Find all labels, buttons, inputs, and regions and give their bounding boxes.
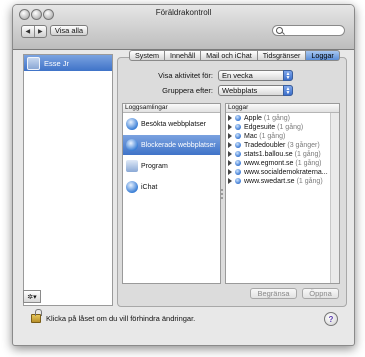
log-row[interactable]: Apple (1 gång) <box>228 114 290 123</box>
globe-icon <box>235 124 241 131</box>
collection-blocked-sites[interactable]: Blockerade webbplatser <box>123 135 220 155</box>
lock-text: Klicka på låset om du vill förhindra änd… <box>46 314 196 323</box>
log-site: Apple <box>244 114 262 122</box>
split-handle[interactable] <box>221 104 223 284</box>
logs-list: Loggar Apple (1 gång) Edgesuite (1 gång) M… <box>225 103 340 284</box>
log-row[interactable]: www.swedart.se (1 gång) <box>228 177 323 186</box>
user-name: Esse Jr <box>44 58 70 68</box>
restrict-button[interactable]: Begränsa <box>250 288 297 299</box>
popup-arrows-icon: ▲ ▼ <box>283 85 293 96</box>
log-count: (1 gång) <box>263 114 290 122</box>
collection-ichat[interactable]: iChat <box>123 177 220 197</box>
group-popup[interactable]: Webbplats ▲ ▼ <box>218 85 293 96</box>
log-collections-list: Loggsamlingar Besökta webbplatser Blocke… <box>122 103 221 284</box>
log-row[interactable]: www.egmont.se (1 gång) <box>228 159 322 168</box>
globe-icon <box>126 139 138 151</box>
globe-icon <box>235 151 241 158</box>
globe-icon <box>235 142 241 149</box>
tab-logs[interactable]: Loggar <box>306 50 340 61</box>
disclosure-triangle-icon[interactable] <box>228 169 232 176</box>
log-count: (1 gång) <box>295 159 322 167</box>
log-row[interactable]: Edgesuite (1 gång) <box>228 123 303 132</box>
collection-label: Program <box>141 162 168 170</box>
lock-icon[interactable] <box>31 309 42 323</box>
tab-mail-ichat[interactable]: Mail och iChat <box>201 50 258 61</box>
titlebar: Föräldrakontroll ◀ ▶ Visa alla <box>13 5 354 50</box>
log-count: (1 gång) <box>259 132 286 140</box>
gear-menu-button[interactable]: ✲▾ <box>23 290 41 303</box>
activity-label: Visa aktivitet för: <box>158 71 213 80</box>
collection-applications[interactable]: Program <box>123 156 220 176</box>
help-button[interactable]: ? <box>324 312 338 326</box>
tab-bar: System Innehåll Mail och iChat Tidsgräns… <box>129 50 340 61</box>
log-site: www.socialdemokraterna... <box>244 168 328 176</box>
tab-system[interactable]: System <box>129 50 165 61</box>
globe-icon <box>235 178 241 185</box>
logs-scrollbar[interactable] <box>330 113 339 283</box>
log-count: (1 gång) <box>294 150 321 158</box>
user-item-esse-jr[interactable]: Esse Jr <box>24 55 112 71</box>
folder-icon <box>126 160 138 172</box>
globe-icon <box>235 160 241 167</box>
forward-icon[interactable]: ▶ <box>35 26 47 37</box>
log-collections-header: Loggsamlingar <box>123 104 220 113</box>
disclosure-triangle-icon[interactable] <box>228 151 232 158</box>
group-value: Webbplats <box>222 86 258 95</box>
show-all-button[interactable]: Visa alla <box>50 25 88 36</box>
globe-icon <box>235 115 241 122</box>
log-site: www.swedart.se <box>244 177 295 185</box>
group-label: Gruppera efter: <box>162 86 213 95</box>
preferences-window: Föräldrakontroll ◀ ▶ Visa alla Esse Jr ✲… <box>12 4 355 346</box>
disclosure-triangle-icon[interactable] <box>228 178 232 185</box>
collection-visited-sites[interactable]: Besökta webbplatser <box>123 114 220 134</box>
search-field[interactable] <box>272 25 345 36</box>
back-icon[interactable]: ◀ <box>22 26 35 37</box>
disclosure-triangle-icon[interactable] <box>228 124 232 131</box>
tab-content[interactable]: Innehåll <box>164 50 202 61</box>
log-row[interactable]: Tradedoubler (3 gånger) <box>228 141 320 150</box>
chat-icon <box>126 181 138 193</box>
gear-icon: ✲▾ <box>27 293 37 301</box>
back-forward-control: ◀ ▶ <box>21 25 47 38</box>
window-title: Föräldrakontroll <box>155 8 212 17</box>
log-count: (1 gång) <box>296 177 323 185</box>
popup-arrows-icon: ▲ ▼ <box>283 70 293 81</box>
avatar <box>27 56 40 70</box>
disclosure-triangle-icon[interactable] <box>228 142 232 149</box>
globe-icon <box>235 133 241 140</box>
activity-value: En vecka <box>222 71 253 80</box>
log-site: Mac <box>244 132 258 140</box>
user-list: Esse Jr <box>23 54 113 306</box>
globe-icon <box>235 169 241 176</box>
log-count: (1 gång) <box>277 123 304 131</box>
log-count: (3 gånger) <box>287 141 320 149</box>
log-row[interactable]: Mac (1 gång) <box>228 132 285 141</box>
help-icon: ? <box>328 314 334 324</box>
log-site: stats1.ballou.se <box>244 150 293 158</box>
disclosure-triangle-icon[interactable] <box>228 133 232 140</box>
collection-label: iChat <box>141 183 158 191</box>
collection-label: Besökta webbplatser <box>141 120 206 128</box>
disclosure-triangle-icon[interactable] <box>228 115 232 122</box>
search-icon <box>276 27 283 34</box>
tab-time-limits[interactable]: Tidsgränser <box>257 50 307 61</box>
open-button[interactable]: Öppna <box>302 288 339 299</box>
activity-popup[interactable]: En vecka ▲ ▼ <box>218 70 293 81</box>
log-row[interactable]: www.socialdemokraterna... <box>228 168 330 177</box>
log-row[interactable]: stats1.ballou.se (1 gång) <box>228 150 321 159</box>
log-site: Edgesuite <box>244 123 276 131</box>
log-site: Tradedoubler <box>244 141 286 149</box>
globe-icon <box>126 118 138 130</box>
logs-header: Loggar <box>226 104 339 113</box>
disclosure-triangle-icon[interactable] <box>228 160 232 167</box>
collection-label: Blockerade webbplatser <box>141 141 216 149</box>
log-site: www.egmont.se <box>244 159 294 167</box>
